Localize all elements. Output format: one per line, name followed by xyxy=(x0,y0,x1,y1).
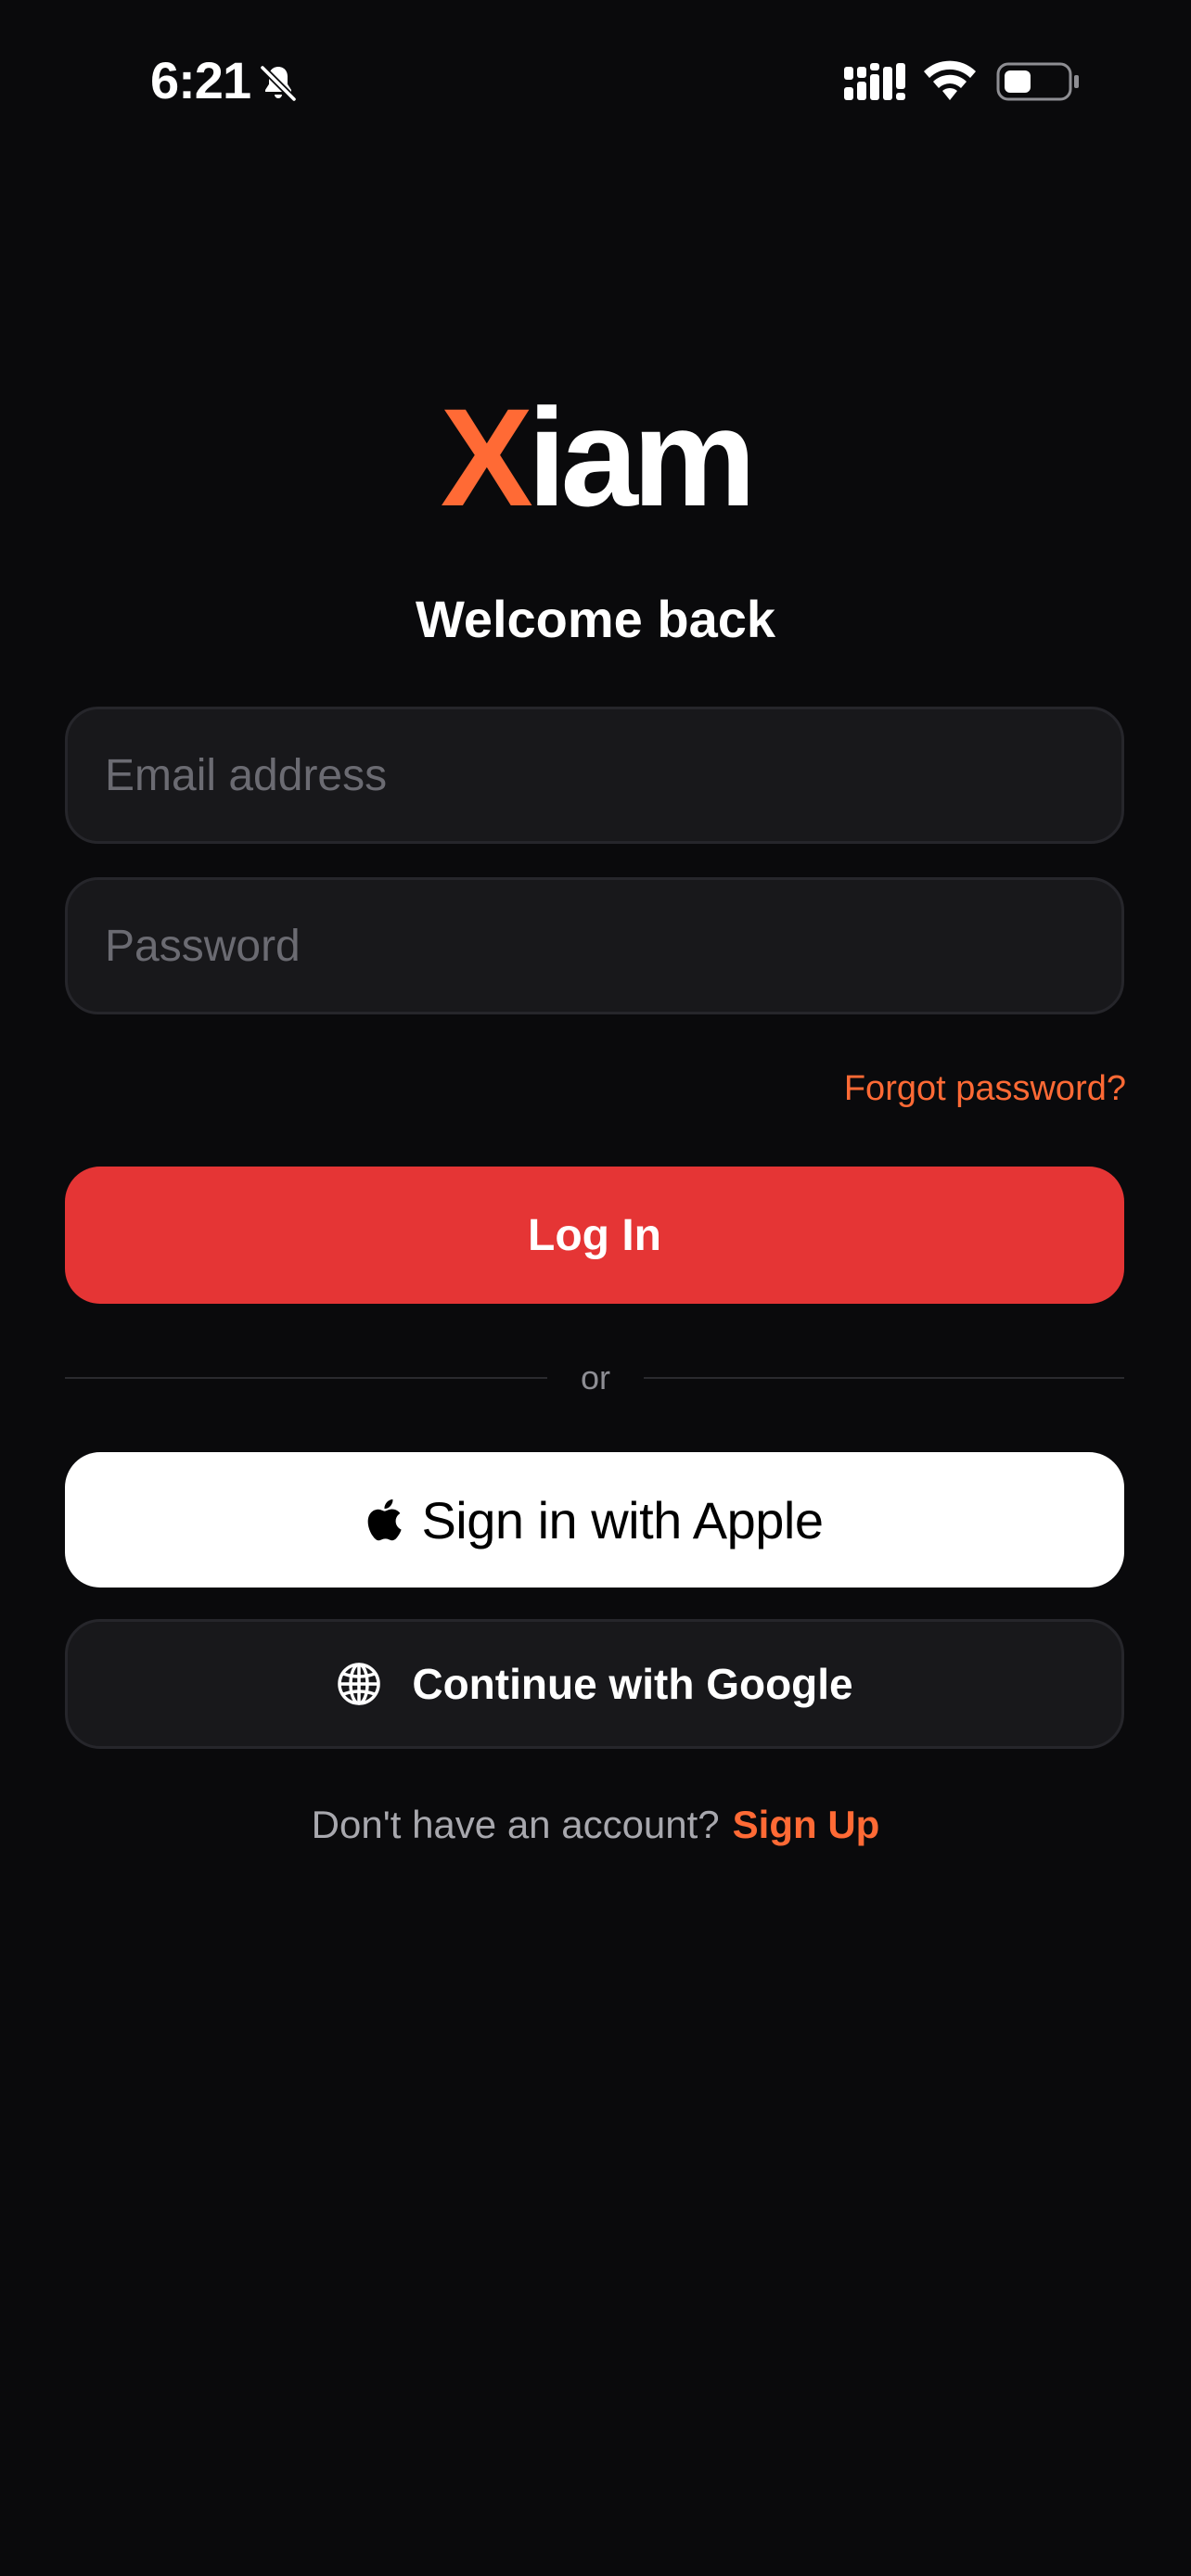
apple-button-label: Sign in with Apple xyxy=(421,1490,824,1549)
app-logo: Xiam xyxy=(0,388,1191,527)
sign-up-link[interactable]: Sign Up xyxy=(733,1803,880,1846)
page-title: Welcome back xyxy=(415,590,776,648)
globe-icon xyxy=(338,1663,381,1705)
continue-with-google-button[interactable]: Continue with Google xyxy=(65,1619,1124,1749)
email-field-container xyxy=(65,707,1124,844)
divider-line-right xyxy=(644,1377,1124,1379)
battery-icon xyxy=(996,62,1079,101)
logo-wordmark: iam xyxy=(527,379,756,535)
status-bar: 6:21 xyxy=(0,0,1191,158)
status-time: 6:21 xyxy=(150,51,251,109)
password-field[interactable] xyxy=(68,880,1121,1012)
signup-prompt: Don't have an account? xyxy=(311,1803,720,1846)
login-button[interactable]: Log In xyxy=(65,1167,1124,1304)
forgot-password-link[interactable]: Forgot password? xyxy=(844,1066,1126,1111)
signup-row: Don't have an account? Sign Up xyxy=(0,1801,1191,1849)
password-field-container xyxy=(65,877,1124,1014)
email-field[interactable] xyxy=(68,709,1121,841)
apple-icon xyxy=(368,1498,403,1541)
google-button-label: Continue with Google xyxy=(412,1660,853,1708)
divider-line-left xyxy=(65,1377,547,1379)
wifi-icon xyxy=(924,60,976,100)
divider-text: or xyxy=(580,1358,610,1396)
cellular-signal-icon xyxy=(844,63,905,100)
logo-accent-letter: X xyxy=(440,379,533,535)
bell-slash-icon xyxy=(259,64,298,103)
sign-in-with-apple-button[interactable]: Sign in with Apple xyxy=(65,1452,1124,1588)
